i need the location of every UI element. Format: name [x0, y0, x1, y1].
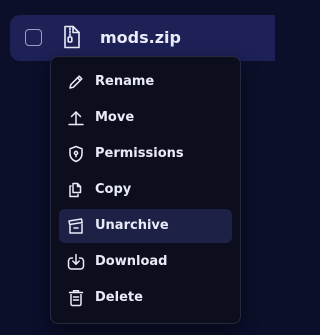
zip-file-icon [64, 25, 80, 49]
menu-item-label: Rename [95, 74, 155, 89]
menu-item-label: Permissions [95, 146, 184, 161]
menu-item-permissions[interactable]: Permissions [59, 137, 232, 171]
download-icon [67, 253, 85, 270]
menu-item-rename[interactable]: Rename [59, 65, 232, 99]
menu-item-move[interactable]: Move [59, 101, 232, 135]
file-checkbox[interactable] [25, 29, 42, 46]
menu-item-label: Move [95, 110, 135, 125]
menu-item-label: Copy [95, 182, 132, 197]
menu-item-label: Unarchive [95, 218, 169, 233]
menu-item-download[interactable]: Download [59, 245, 232, 279]
pencil-icon [69, 75, 83, 89]
file-row[interactable]: mods.zip [10, 15, 275, 61]
shield-icon [69, 145, 83, 163]
trash-icon [68, 290, 84, 307]
copy-icon [69, 182, 82, 198]
menu-item-label: Download [95, 254, 168, 269]
menu-item-label: Delete [95, 290, 143, 305]
unarchive-icon [68, 218, 83, 234]
menu-item-unarchive[interactable]: Unarchive [59, 209, 232, 243]
menu-item-delete[interactable]: Delete [59, 281, 232, 315]
file-name[interactable]: mods.zip [100, 27, 181, 49]
move-arrow-icon [68, 111, 84, 126]
menu-item-copy[interactable]: Copy [59, 173, 232, 207]
context-menu: Rename Move Permissions Copy Unarchive D… [50, 56, 241, 324]
